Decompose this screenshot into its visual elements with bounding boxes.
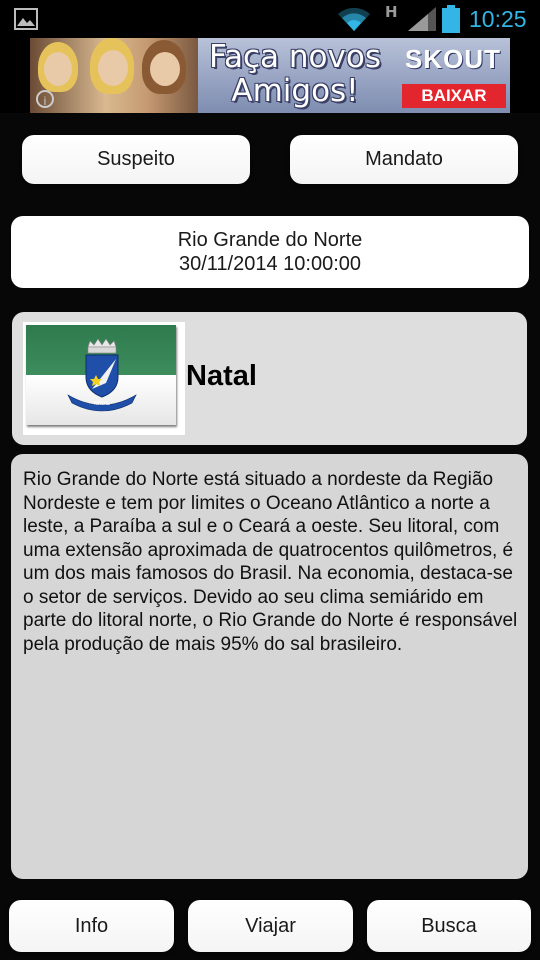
ad-headline: Faça novos Amigos! xyxy=(209,39,381,109)
coat-of-arms-icon: NATAL xyxy=(67,338,137,412)
description-panel[interactable]: Rio Grande do Norte está situado a norde… xyxy=(11,454,528,879)
city-flag: NATAL xyxy=(26,325,176,425)
suspect-button[interactable]: Suspeito xyxy=(22,135,250,184)
battery-icon xyxy=(442,5,460,33)
state-label: Rio Grande do Norte xyxy=(177,229,363,251)
ad-photo xyxy=(30,38,198,113)
ad-info-icon[interactable]: i xyxy=(36,90,54,108)
city-name: Natal xyxy=(186,360,257,392)
wifi-icon xyxy=(338,7,370,32)
case-info-box: Rio Grande do Norte 30/11/2014 10:00:00 xyxy=(11,216,529,288)
ad-strip: i Faça novos Amigos! SKOUT BAIXAR xyxy=(0,38,540,113)
app-screen: H 10:25 i Faça novos Amigos! SKOUT BAIXA… xyxy=(0,0,540,960)
ad-download-button[interactable]: BAIXAR xyxy=(402,84,506,108)
ad-banner[interactable]: i Faça novos Amigos! SKOUT BAIXAR xyxy=(30,38,510,113)
clock: 10:25 xyxy=(469,6,527,32)
flag-frame: NATAL xyxy=(23,322,185,435)
description-text: Rio Grande do Norte está situado a norde… xyxy=(23,469,518,655)
city-panel: NATAL Natal xyxy=(12,312,527,445)
signal-icon xyxy=(408,7,436,31)
ad-brand-logo: SKOUT xyxy=(405,44,501,74)
search-button[interactable]: Busca xyxy=(367,900,531,952)
travel-button[interactable]: Viajar xyxy=(188,900,353,952)
info-button[interactable]: Info xyxy=(9,900,174,952)
status-bar: H 10:25 xyxy=(0,0,540,38)
network-type-label: H xyxy=(385,3,398,21)
svg-text:NATAL: NATAL xyxy=(94,401,110,407)
datetime-label: 30/11/2014 10:00:00 xyxy=(178,253,362,275)
gallery-icon xyxy=(14,8,38,30)
warrant-button[interactable]: Mandato xyxy=(290,135,518,184)
